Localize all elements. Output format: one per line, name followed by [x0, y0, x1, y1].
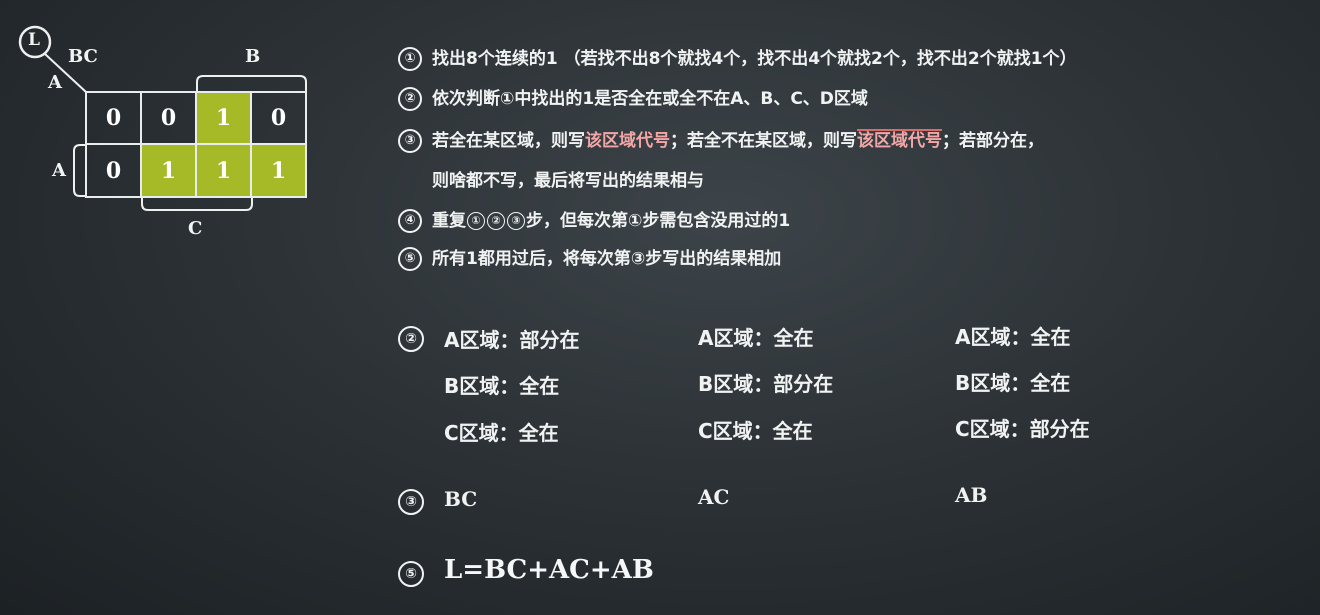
step-5: ⑤ 所有1都用过后，将每次第③步写出的结果相加	[398, 244, 781, 271]
analysis-item: C区域：部分在	[955, 417, 1090, 441]
analysis-item: C区域：全在	[444, 421, 559, 445]
analysis-item: B区域：全在	[444, 374, 560, 398]
analysis-item: B区域：部分在	[698, 372, 834, 396]
group-c-bracket	[141, 196, 253, 211]
kmap-cell-highlighted: 1	[196, 145, 251, 196]
highlighted-text: 该区域代号	[585, 131, 670, 151]
kmap-cell-highlighted: 1	[141, 145, 196, 196]
group-a-label: A	[52, 160, 66, 181]
analysis-item: A区域：部分在	[444, 328, 580, 352]
step-3: ③ 若全在某区域，则写该区域代号；若全不在某区域，则写该区域代号；若部分在，	[398, 126, 1044, 153]
final-expression: L=BC+AC+AB	[444, 555, 654, 585]
step-2: ② 依次判断①中找出的1是否全在或全不在A、B、C、D区域	[398, 84, 868, 111]
step-ref: ①	[467, 212, 485, 230]
analysis-item: A区域：全在	[698, 326, 814, 350]
result-term: BC	[444, 487, 478, 511]
step-text: 所有1都用过后，将每次第③步写出的结果相加	[432, 249, 782, 269]
final-marker: ⑤	[398, 561, 424, 587]
step-1: ① 找出8个连续的1 （若找不出8个就找4个，找不出4个就找2个，找不出2个就找1…	[398, 44, 1077, 71]
result-term: AC	[698, 485, 730, 509]
step-number: ②	[398, 87, 422, 111]
kmap-cell: 0	[105, 104, 122, 131]
step-number: ③	[398, 129, 422, 153]
step-text: 找出8个连续的1 （若找不出8个就找4个，找不出4个就找2个，找不出2个就找1个…	[432, 49, 1077, 69]
grid-line	[250, 91, 252, 198]
analysis-item: B区域：全在	[955, 371, 1071, 395]
step-ref: ③	[507, 212, 525, 230]
analysis-item: C区域：全在	[698, 419, 813, 443]
step-text: 若全在某区域，则写	[432, 131, 585, 151]
step-3-line2: 则啥都不写，最后将写出的结果相与	[432, 171, 704, 191]
highlighted-text: 该区域代号	[857, 129, 942, 151]
step-text: 步，但每次第①步需包含没用过的1	[526, 211, 791, 231]
step-text: 重复	[432, 211, 466, 231]
kmap-cell: 0	[160, 104, 177, 131]
results-marker: ③	[398, 489, 424, 515]
step-text: 依次判断①中找出的1是否全在或全不在A、B、C、D区域	[432, 89, 868, 109]
step-text: ；若全不在某区域，则写	[670, 131, 857, 151]
kmap-cell-highlighted: 1	[251, 145, 306, 196]
grid-line	[195, 91, 197, 198]
step-number: ④	[398, 209, 422, 233]
grid-line	[85, 91, 87, 198]
output-label: L	[28, 30, 40, 50]
grid-line	[305, 91, 307, 198]
row-var-label: A	[48, 72, 62, 93]
group-c-label: C	[188, 218, 203, 239]
step-4: ④ 重复 ① ② ③ 步，但每次第①步需包含没用过的1	[398, 206, 790, 233]
result-term: AB	[955, 483, 988, 507]
analysis-item: A区域：全在	[955, 325, 1071, 349]
grid-line	[140, 91, 142, 198]
kmap-cell: 0	[270, 104, 287, 131]
kmap-cell: 0	[105, 157, 122, 184]
step-number: ①	[398, 47, 422, 71]
analysis-marker: ②	[398, 326, 424, 352]
step-ref: ②	[487, 212, 505, 230]
group-b-label: B	[245, 46, 261, 67]
karnaugh-map: L BC A B A C 0 0 1 0 0 1 1 1	[0, 0, 340, 260]
step-number: ⑤	[398, 247, 422, 271]
col-var-label: BC	[68, 46, 98, 67]
kmap-cell-highlighted: 1	[196, 92, 251, 143]
step-text: ；若部分在，	[942, 131, 1044, 151]
